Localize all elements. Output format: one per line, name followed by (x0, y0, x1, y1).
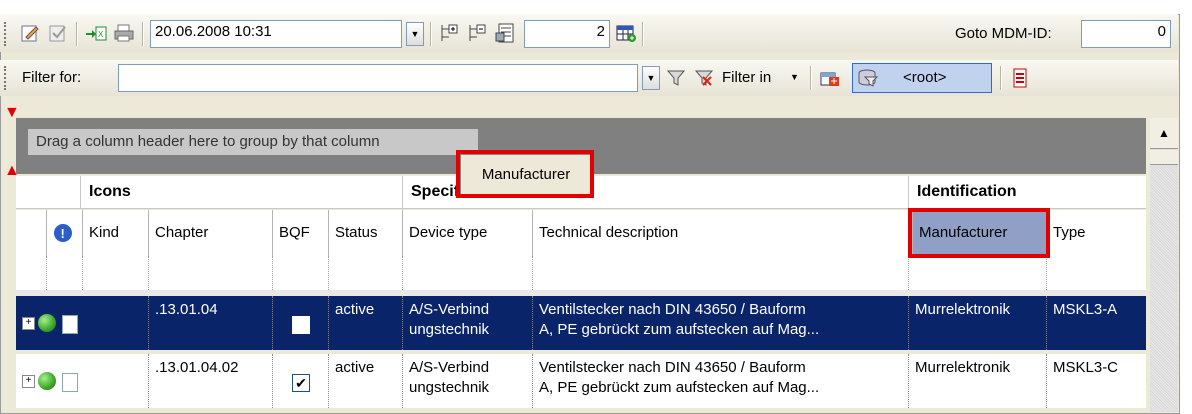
filter-in-label[interactable]: Filter in (722, 69, 771, 86)
edit-icon[interactable] (18, 21, 42, 45)
root-selector-button[interactable]: <root> (852, 63, 992, 93)
export-excel-icon[interactable]: X (84, 21, 108, 45)
toolbar-grip[interactable] (4, 22, 9, 46)
main-toolbar: X 20.06.2008 10:31 ▼ 2 Goto MDM-ID: 0 (0, 14, 1178, 52)
cell-type: MSKL3-A (1046, 296, 1146, 350)
scroll-up-button[interactable]: ▲ (1150, 118, 1178, 149)
column-header-technical-description[interactable]: Technical description (532, 210, 908, 256)
filter-cell[interactable] (82, 256, 83, 290)
cell-status: active (328, 354, 402, 408)
toolbar-separator (642, 22, 644, 46)
filter-cell[interactable] (328, 256, 329, 290)
document-grid-icon[interactable] (494, 21, 518, 45)
tree-table-icon[interactable] (818, 66, 842, 90)
highlight-manufacturer-header (908, 208, 1050, 258)
column-header-device-type[interactable]: Device type (402, 210, 532, 256)
toolbar-separator (430, 22, 432, 46)
filter-cell[interactable] (908, 256, 909, 290)
filter-for-label: Filter for: (22, 69, 82, 86)
cell-bqf (272, 296, 328, 350)
window-top-edge (0, 0, 1192, 14)
description-line: A, PE gebrückt zum aufstecken auf Mag... (539, 379, 820, 396)
bqf-checkbox[interactable] (292, 316, 310, 334)
toolbar-separator (810, 66, 812, 90)
table-row[interactable]: + .13.01.04 active A/S-Verbind ungstechn… (16, 296, 1146, 350)
column-header-chapter[interactable]: Chapter (148, 210, 272, 256)
filter-cell[interactable] (148, 256, 149, 290)
svg-text:!: ! (61, 226, 65, 241)
table-row[interactable]: + .13.01.04.02 ✔ active A/S-Verbind ungs… (16, 354, 1146, 408)
filter-toolbar: Filter for: ▼ Filter in ▼ <root> (0, 60, 1178, 96)
status-green-icon (38, 314, 56, 332)
date-field[interactable]: 20.06.2008 10:31 (150, 20, 402, 48)
info-icon: ! (54, 224, 72, 242)
description-line: A, PE gebrückt zum aufstecken auf Mag... (539, 321, 820, 338)
row-expand-button[interactable]: + (22, 317, 35, 330)
toolbar-separator (1000, 66, 1002, 90)
band-identification[interactable]: Identification (908, 176, 1146, 208)
filter-funnel-icon[interactable] (664, 66, 688, 90)
report-icon[interactable] (1008, 66, 1032, 90)
goto-mdm-id-input[interactable]: 0 (1081, 20, 1171, 48)
approve-icon[interactable] (46, 21, 70, 45)
expand-column-header (16, 210, 46, 256)
device-type-line: A/S-Verbind (409, 301, 490, 318)
collapse-all-icon[interactable] (466, 21, 490, 45)
filter-input[interactable] (118, 64, 638, 92)
group-by-hint: Drag a column header here to group by th… (28, 129, 478, 155)
date-dropdown-button[interactable]: ▼ (406, 22, 424, 46)
cell-device-type: A/S-Verbind ungstechnik (402, 296, 532, 350)
description-line: Ventilstecker nach DIN 43650 / Bauform (539, 359, 806, 376)
column-header-type[interactable]: Type (1046, 210, 1146, 256)
cell-manufacturer: Murrelektronik (908, 296, 1046, 350)
device-type-line: ungstechnik (409, 379, 490, 396)
filter-cell[interactable] (272, 256, 273, 290)
toolbar-separator (76, 22, 78, 46)
database-filter-icon (858, 69, 879, 87)
highlight-dragged-header (456, 150, 594, 198)
goto-label: Goto MDM-ID: (955, 25, 1052, 42)
filter-dropdown-button[interactable]: ▼ (642, 66, 660, 90)
column-header-kind[interactable]: Kind (82, 210, 148, 256)
count-field[interactable]: 2 (524, 20, 610, 48)
toolbar-separator (142, 22, 144, 46)
filter-cell[interactable] (532, 256, 533, 290)
cell-type: MSKL3-C (1046, 354, 1146, 408)
cell-chapter: .13.01.04.02 (148, 354, 272, 408)
drop-indicator-top-arrow: ▼ (4, 104, 20, 121)
band-icons[interactable]: Icons (80, 176, 402, 208)
device-type-line: A/S-Verbind (409, 359, 490, 376)
description-line: Ventilstecker nach DIN 43650 / Bauform (539, 301, 806, 318)
filter-cell[interactable] (402, 256, 403, 290)
cell-bqf: ✔ (272, 354, 328, 408)
cell-technical-description: Ventilstecker nach DIN 43650 / Bauform A… (532, 296, 908, 350)
scrollbar-thumb[interactable] (1150, 150, 1178, 165)
auto-filter-row[interactable] (16, 256, 1146, 291)
status-green-icon (38, 372, 56, 390)
filter-cell[interactable] (1046, 256, 1047, 290)
column-header-bqf[interactable]: BQF (272, 210, 328, 256)
cell-status: active (328, 296, 402, 350)
document-icon (62, 373, 78, 392)
toolbar-grip[interactable] (4, 66, 9, 90)
print-icon[interactable] (112, 21, 136, 45)
cell-chapter: .13.01.04 (148, 296, 272, 350)
bqf-checkbox[interactable]: ✔ (292, 374, 310, 392)
clear-filter-icon[interactable] (692, 66, 716, 90)
cell-manufacturer: Murrelektronik (908, 354, 1046, 408)
filter-in-dropdown-arrow[interactable]: ▼ (790, 72, 799, 82)
cell-technical-description: Ventilstecker nach DIN 43650 / Bauform A… (532, 354, 908, 408)
svg-text:X: X (98, 30, 104, 39)
device-type-line: ungstechnik (409, 321, 490, 338)
table-add-icon[interactable] (614, 21, 638, 45)
info-column-header[interactable]: ! (46, 210, 82, 256)
document-icon (62, 315, 78, 334)
column-header-status[interactable]: Status (328, 210, 402, 256)
cell-device-type: A/S-Verbind ungstechnik (402, 354, 532, 408)
expand-all-icon[interactable] (438, 21, 462, 45)
root-label: <root> (903, 69, 947, 86)
row-expand-button[interactable]: + (22, 375, 35, 388)
filter-cell[interactable] (46, 256, 47, 290)
band-spacer (16, 176, 80, 208)
